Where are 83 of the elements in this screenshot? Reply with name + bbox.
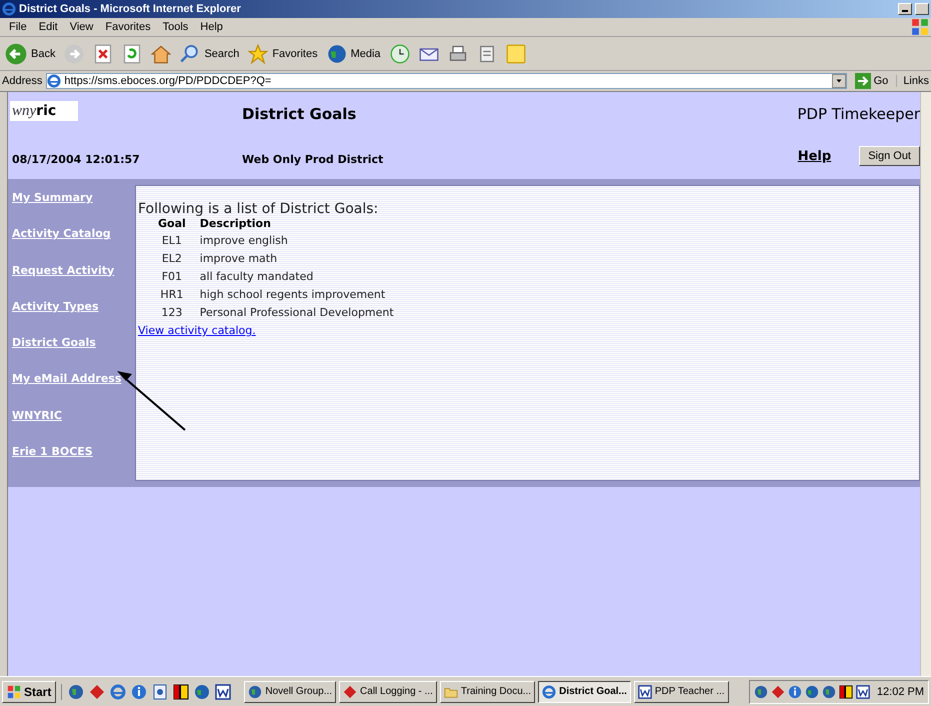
menu-item[interactable]: View (64, 21, 98, 33)
goal-description: improve math (200, 252, 278, 267)
catalog-link[interactable]: View activity catalog. (138, 324, 256, 337)
links-button[interactable]: Links (896, 75, 929, 87)
goal-description: improve english (200, 234, 289, 249)
dropdown-button[interactable] (832, 74, 846, 88)
globe-icon (822, 684, 836, 698)
goal-description: high school regents improvement (200, 288, 386, 303)
logo: wnyric (10, 101, 78, 121)
menu-item[interactable]: Favorites (100, 21, 156, 33)
globe-icon (248, 684, 262, 698)
goal-description: Personal Professional Development (200, 306, 395, 321)
word-document-icon (638, 684, 652, 698)
page-icon (152, 684, 168, 700)
task-button[interactable]: PDP Teacher ... (634, 680, 729, 702)
windows-logo-icon (7, 684, 21, 698)
address-field[interactable]: https://sms.eboces.org/PD/PDDCDEP?Q= (46, 73, 847, 89)
district-name: Web Only Prod District (242, 152, 384, 166)
printer-icon (448, 44, 468, 64)
search-icon (180, 44, 200, 64)
sign-out-button[interactable]: Sign Out (859, 146, 920, 166)
start-button[interactable]: Start (2, 680, 56, 702)
search-button[interactable]: Search (177, 42, 242, 66)
menu-item[interactable]: Edit (34, 21, 63, 33)
intro-text: Following is a list of District Goals: (138, 201, 380, 217)
page-title: District Goals (242, 105, 358, 123)
stop-icon (93, 44, 114, 64)
menu-item[interactable]: File (4, 21, 32, 33)
goal-code: HR1 (159, 288, 184, 303)
product-name: PDP Timekeeper (797, 105, 920, 123)
column-header: Description (200, 217, 272, 232)
globe-icon (804, 684, 819, 698)
menu-item[interactable]: Tools (158, 21, 194, 33)
minimize-button[interactable] (898, 3, 912, 15)
diamond-icon (89, 684, 106, 700)
globe-icon (68, 684, 84, 700)
arrow-icon (854, 73, 871, 89)
diamond-icon (343, 684, 358, 698)
browser-icon (47, 74, 62, 88)
address-label: Address (2, 75, 42, 87)
info-icon (788, 684, 802, 698)
media-button[interactable]: Media (324, 42, 384, 66)
clock-icon (390, 44, 410, 64)
date-time: 08/17/2004 12:01:57 (11, 152, 141, 166)
windows-logo-icon (911, 18, 929, 36)
goal-code: EL2 (160, 252, 183, 267)
task-button[interactable]: Training Docu... (440, 680, 536, 702)
favorites-button[interactable]: Favorites (245, 42, 321, 66)
word-document-icon (215, 684, 232, 700)
note-icon (506, 44, 526, 64)
quick-launch-button[interactable] (215, 684, 232, 700)
goal-code: F01 (158, 270, 200, 288)
star-icon (248, 44, 268, 64)
menu-item[interactable]: Help (195, 21, 228, 33)
back-button[interactable]: Back (2, 40, 58, 66)
browser-icon (542, 684, 556, 698)
browser-icon (2, 2, 16, 16)
info-icon (131, 684, 148, 700)
word-document-icon (856, 684, 870, 698)
go-button[interactable]: Go (850, 73, 892, 89)
globe-icon (194, 684, 210, 700)
grid-icon (838, 684, 853, 698)
goal-code: 123 (160, 306, 184, 321)
restore-button[interactable] (915, 3, 929, 15)
task-button[interactable]: Novell Group... (244, 680, 336, 702)
globe-icon (326, 44, 347, 64)
refresh-icon (122, 44, 142, 64)
caret-icon (834, 77, 843, 85)
column-header: Goal (158, 217, 187, 232)
goal-code: EL1 (160, 234, 183, 249)
grid-icon (173, 684, 190, 700)
house-icon (151, 44, 172, 64)
task-button[interactable]: District Goal... (538, 680, 631, 702)
clock: 12:02 PM (876, 686, 924, 698)
task-button[interactable]: Call Logging - ... (339, 680, 437, 702)
goal-description: all faculty mandated (200, 270, 314, 285)
window-title: District Goals - Microsoft Internet Explorer (19, 3, 242, 15)
diamond-icon (770, 684, 785, 698)
browser-icon (110, 684, 126, 700)
globe-icon (754, 684, 768, 698)
scrollbar[interactable] (920, 92, 931, 676)
help-link[interactable]: Help (798, 148, 832, 164)
quick-launch-button[interactable] (173, 684, 190, 700)
